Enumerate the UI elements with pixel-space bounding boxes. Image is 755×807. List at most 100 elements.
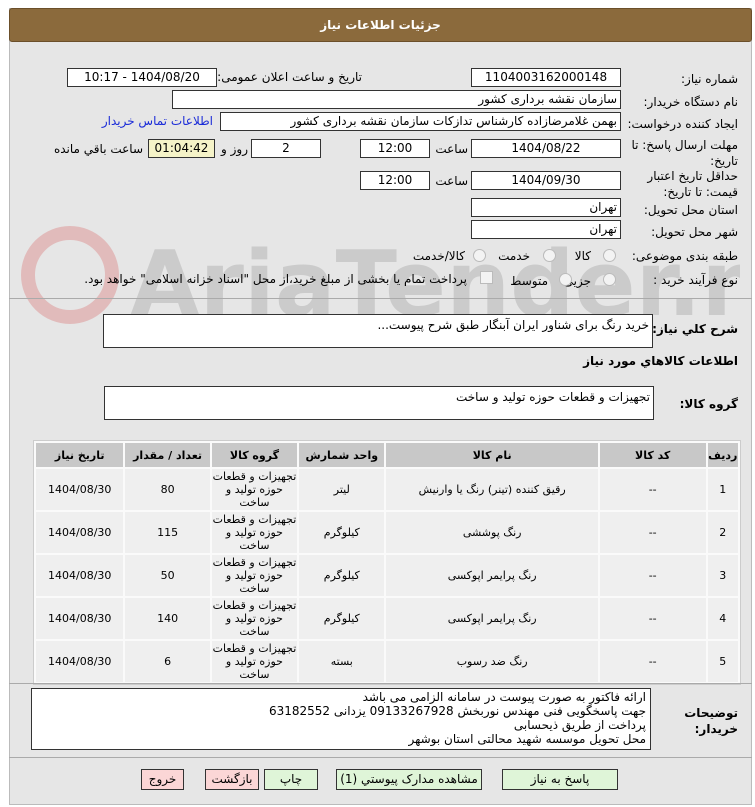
table-cell: تجهیزات و قطعات حوزه تولید و ساخت <box>211 512 298 553</box>
table-cell: 115 <box>125 512 210 553</box>
table-row: 1 -- رقیق کننده (تینر) رنگ یا وارنیش لیتر تج… <box>36 469 738 510</box>
remaining-label: ساعت باقي مانده <box>53 142 143 156</box>
announce-field: 1404/08/20 - 10:17 <box>67 68 217 87</box>
table-cell: 140 <box>125 598 210 639</box>
process-label: نوع فرآیند خرید : <box>653 273 738 287</box>
city-field: تهران <box>471 220 621 239</box>
table-cell: 1404/08/30 <box>36 469 124 510</box>
treasury-checkbox[interactable] <box>480 271 493 284</box>
table-row: 2 -- رنگ پوششی کیلوگرم تجهیزات و قطعات حوزه … <box>36 512 738 553</box>
deadline-label: مهلت ارسال پاسخ: تا تاریخ: <box>631 138 738 168</box>
goods-group-label: گروه کالا: <box>679 397 738 411</box>
validity-time-field: 12:00 <box>360 171 430 190</box>
table-cell: تجهیزات و قطعات حوزه تولید و ساخت <box>211 469 298 510</box>
days-label: روز و <box>221 142 248 156</box>
payment-note: پرداخت تمام یا بخشی از مبلغ خرید،از محل … <box>84 272 467 286</box>
table-cell: کیلوگرم <box>299 598 385 639</box>
table-cell: -- <box>599 469 706 510</box>
table-cell: 6 <box>125 641 210 682</box>
buyer-org-field: سازمان نقشه برداری کشور <box>172 90 621 109</box>
goods-table: ردیف کد کالا نام کالا واحد شمارش گروه کالا تع… <box>33 440 741 685</box>
table-cell: -- <box>599 641 706 682</box>
radio-goods-label: کالا <box>574 249 591 263</box>
table-cell: 5 <box>707 641 738 682</box>
column-header: گروه کالا <box>211 443 298 467</box>
back-button[interactable]: بازگشت <box>205 769 259 790</box>
table-cell: 1 <box>707 469 738 510</box>
table-cell: 1404/08/30 <box>36 641 124 682</box>
table-row: 5 -- رنگ ضد رسوب بسته تجهیزات و قطعات حوزه ت… <box>36 641 738 682</box>
column-header: نام کالا <box>386 443 598 467</box>
table-cell: رنگ پرایمر اپوکسی <box>386 555 598 596</box>
table-cell: کیلوگرم <box>299 512 385 553</box>
notes-line: محل تحویل موسسه شهید محالتی استان بوشهر <box>408 732 646 746</box>
table-cell: تجهیزات و قطعات حوزه تولید و ساخت <box>211 641 298 682</box>
deadline-date-field: 1404/08/22 <box>471 139 621 158</box>
category-label: طبقه بندی موضوعی: <box>631 249 738 263</box>
table-cell: رقیق کننده (تینر) رنگ یا وارنیش <box>386 469 598 510</box>
goods-group-textarea[interactable]: تجهیزات و قطعات حوزه تولید و ساخت <box>104 386 654 420</box>
announce-label: تاریخ و ساعت اعلان عمومی: <box>217 70 362 84</box>
remaining-time-field: 01:04:42 <box>148 139 215 158</box>
table-cell: 1404/08/30 <box>36 512 124 553</box>
days-field: 2 <box>251 139 321 158</box>
column-header: واحد شمارش <box>299 443 385 467</box>
table-cell: 3 <box>707 555 738 596</box>
reply-button[interactable]: پاسخ به نیاز <box>502 769 618 790</box>
creator-field: بهمن غلامرضازاده کارشناس تدازکات سازمان … <box>220 112 621 131</box>
summary-label: شرح کلي نیاز: <box>652 322 738 336</box>
validity-label: حداقل تاریخ اعتبار قیمت: تا تاریخ: <box>647 169 738 199</box>
table-cell: 80 <box>125 469 210 510</box>
goods-section-title: اطلاعات کالاهاي مورد نیاز <box>583 354 738 368</box>
table-cell: تجهیزات و قطعات حوزه تولید و ساخت <box>211 598 298 639</box>
need-number-label: شماره نیاز: <box>681 72 738 86</box>
summary-textarea[interactable]: خرید رنگ برای شناور ایران آبنگار طبق شرح… <box>103 314 653 348</box>
column-header: تعداد / مقدار <box>125 443 210 467</box>
notes-label: توضیحات خریدار: <box>684 706 738 736</box>
notes-line: ارائه فاکتور به صورت پیوست در سامانه الز… <box>362 690 646 704</box>
radio-service[interactable] <box>543 249 556 262</box>
validity-time-label: ساعت <box>435 174 468 188</box>
page-title: جزئیات اطلاعات نیاز <box>320 18 441 32</box>
table-row: 3 -- رنگ پرایمر اپوکسی کیلوگرم تجهیزات و قطع… <box>36 555 738 596</box>
radio-medium[interactable] <box>559 273 572 286</box>
contact-buyer-link[interactable]: اطلاعات تماس خریدار <box>102 114 213 128</box>
page-header: جزئیات اطلاعات نیاز <box>9 8 752 42</box>
table-cell: -- <box>599 598 706 639</box>
radio-service-label: خدمت <box>498 249 530 263</box>
notes-line: پرداخت از طریق ذیحسابی <box>513 718 646 732</box>
column-header: ردیف <box>707 443 738 467</box>
buyer-org-label: نام دستگاه خریدار: <box>643 95 739 109</box>
table-cell: 2 <box>707 512 738 553</box>
table-cell: تجهیزات و قطعات حوزه تولید و ساخت <box>211 555 298 596</box>
view-documents-button[interactable]: مشاهده مدارک پیوستي (1) <box>336 769 482 790</box>
radio-minor[interactable] <box>603 273 616 286</box>
print-button[interactable]: چاپ <box>264 769 318 790</box>
deadline-time-label: ساعت <box>435 142 468 156</box>
radio-goods-service-label: کالا/خدمت <box>412 249 465 263</box>
creator-label: ایجاد کننده درخواست: <box>627 117 738 131</box>
column-header: تاریخ نیاز <box>36 443 124 467</box>
need-number-field: 1104003162000148 <box>471 68 621 87</box>
notes-textarea[interactable]: ارائه فاکتور به صورت پیوست در سامانه الز… <box>31 688 651 750</box>
province-label: استان محل تحویل: <box>643 203 738 217</box>
table-cell: کیلوگرم <box>299 555 385 596</box>
table-cell: لیتر <box>299 469 385 510</box>
province-field: تهران <box>471 198 621 217</box>
radio-goods[interactable] <box>603 249 616 262</box>
column-header: کد کالا <box>599 443 706 467</box>
deadline-time-field: 12:00 <box>360 139 430 158</box>
table-row: 4 -- رنگ پرایمر اپوکسی کیلوگرم تجهیزات و قطع… <box>36 598 738 639</box>
exit-button[interactable]: خروج <box>141 769 184 790</box>
table-cell: 4 <box>707 598 738 639</box>
table-cell: 50 <box>125 555 210 596</box>
notes-line: جهت پاسخگویی فنی مهندس نوربخش 0913326792… <box>268 704 646 718</box>
table-cell: رنگ پوششی <box>386 512 598 553</box>
radio-medium-label: متوسط <box>510 274 548 288</box>
radio-goods-service[interactable] <box>473 249 486 262</box>
table-cell: -- <box>599 512 706 553</box>
table-cell: رنگ ضد رسوب <box>386 641 598 682</box>
validity-date-field: 1404/09/30 <box>471 171 621 190</box>
city-label: شهر محل تحویل: <box>651 225 738 239</box>
table-cell: 1404/08/30 <box>36 598 124 639</box>
